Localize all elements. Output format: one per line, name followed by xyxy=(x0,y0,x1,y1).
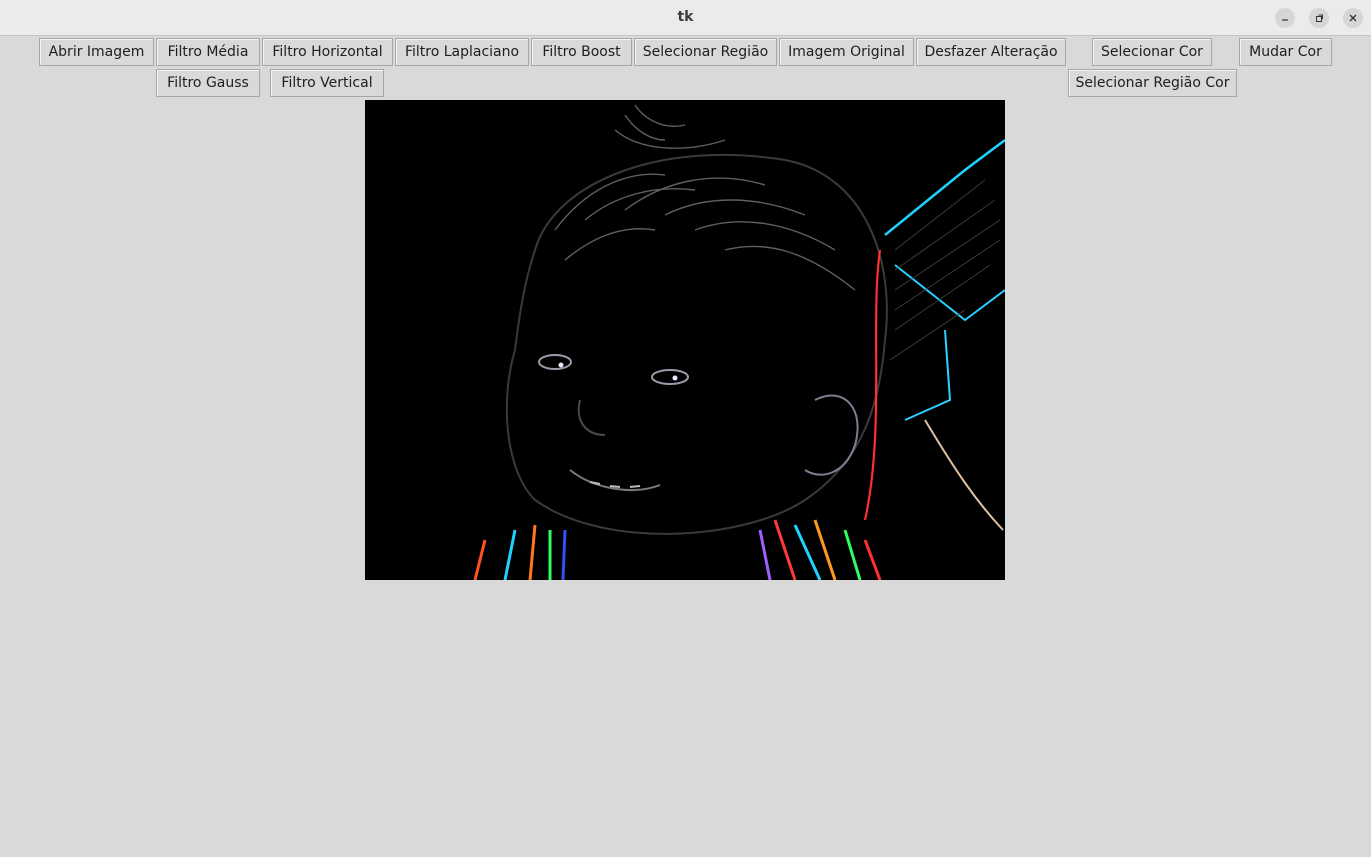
imagem-original-button[interactable]: Imagem Original xyxy=(779,38,914,66)
filtro-laplaciano-button[interactable]: Filtro Laplaciano xyxy=(395,38,529,66)
desfazer-alteracao-button[interactable]: Desfazer Alteração xyxy=(916,38,1066,66)
filtro-boost-button[interactable]: Filtro Boost xyxy=(531,38,632,66)
close-button[interactable] xyxy=(1343,8,1363,28)
mudar-cor-button[interactable]: Mudar Cor xyxy=(1239,38,1332,66)
window-title: tk xyxy=(677,9,694,25)
close-icon xyxy=(1348,13,1358,23)
window-titlebar: tk xyxy=(0,0,1371,36)
filtro-gauss-button[interactable]: Filtro Gauss xyxy=(156,69,260,97)
abrir-imagem-button[interactable]: Abrir Imagem xyxy=(39,38,154,66)
filtro-vertical-button[interactable]: Filtro Vertical xyxy=(270,69,384,97)
selecionar-cor-button[interactable]: Selecionar Cor xyxy=(1092,38,1212,66)
selecionar-regiao-button[interactable]: Selecionar Região xyxy=(634,38,777,66)
filtro-media-button[interactable]: Filtro Média xyxy=(156,38,260,66)
filtered-image xyxy=(365,100,1005,580)
filtro-horizontal-button[interactable]: Filtro Horizontal xyxy=(262,38,393,66)
selecionar-regiao-cor-button[interactable]: Selecionar Região Cor xyxy=(1068,69,1237,97)
maximize-button[interactable] xyxy=(1309,8,1329,28)
image-canvas[interactable] xyxy=(365,100,1005,580)
maximize-icon xyxy=(1314,13,1324,23)
minimize-button[interactable] xyxy=(1275,8,1295,28)
minimize-icon xyxy=(1280,13,1290,23)
